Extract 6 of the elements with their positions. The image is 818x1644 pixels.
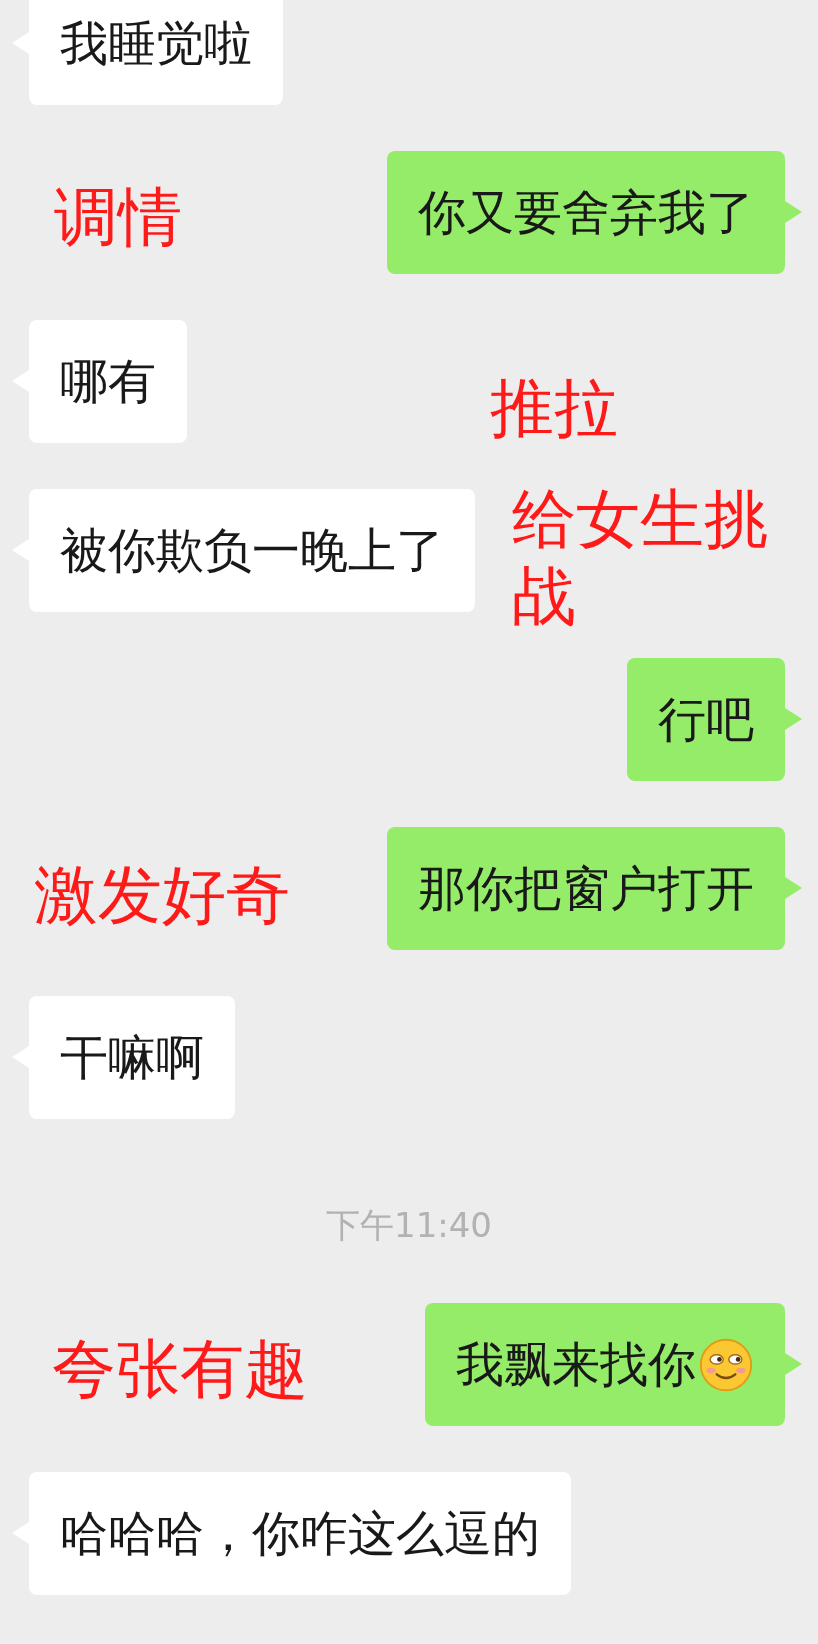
annotation-text: 给女生挑战 (512, 481, 769, 635)
annotation-text: 夸张有趣 (52, 1331, 309, 1408)
annotation-text: 推拉 (490, 370, 619, 447)
annotation-text: 激发好奇 (34, 857, 291, 934)
annotation-text: 调情 (54, 179, 183, 256)
timestamp: 下午11:40 (326, 1204, 492, 1247)
